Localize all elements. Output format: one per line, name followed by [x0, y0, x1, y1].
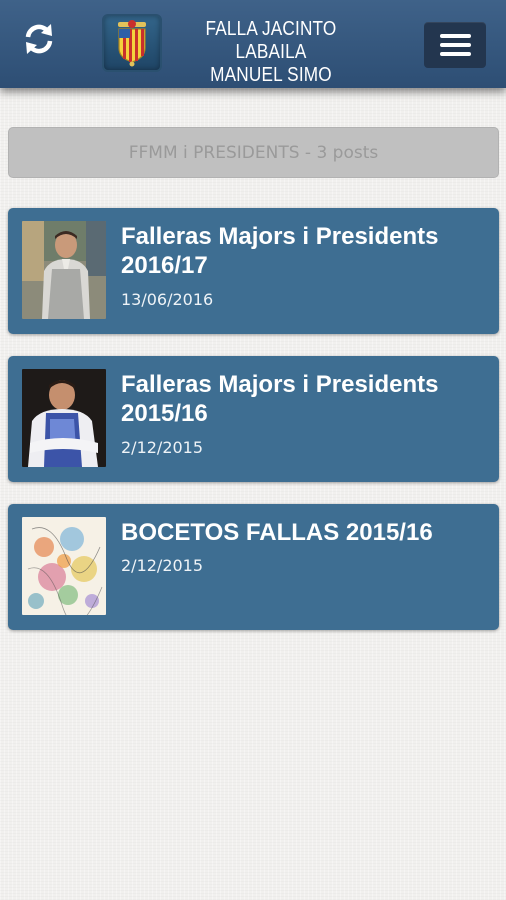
sketch-falla-2015	[22, 517, 106, 615]
post-thumbnail	[22, 369, 106, 467]
hamburger-menu-icon	[439, 34, 471, 38]
app-title: FALLA JACINTO LABAILA MANUEL SIMO	[179, 18, 363, 87]
hamburger-menu-icon-bar	[439, 52, 471, 56]
menu-button[interactable]	[424, 22, 486, 68]
app-title-line2: MANUEL SIMO	[210, 64, 332, 86]
refresh-icon	[25, 24, 53, 54]
app-title-line1: FALLA JACINTO LABAILA	[205, 18, 337, 63]
falla-crest-logo	[118, 20, 146, 67]
photo-president-2015	[22, 369, 106, 467]
post-card[interactable]: BOCETOS FALLAS 2015/16 2/12/2015	[8, 504, 499, 630]
post-date: 2/12/2015	[121, 438, 204, 457]
post-thumbnail	[22, 221, 106, 319]
refresh-button[interactable]	[14, 14, 64, 64]
post-card[interactable]: Falleras Majors i Presidents 2015/16 2/1…	[8, 356, 499, 482]
falla-logo	[102, 14, 162, 72]
post-title: Falleras Majors i Presidents 2015/16	[121, 371, 439, 427]
post-title: BOCETOS FALLAS 2015/16	[121, 519, 433, 546]
post-date: 13/06/2016	[121, 290, 214, 309]
post-title: Falleras Majors i Presidents 2016/17	[121, 223, 439, 279]
post-date: 2/12/2015	[121, 556, 204, 575]
post-thumbnail	[22, 517, 106, 615]
photo-president-2016	[22, 221, 106, 319]
hamburger-menu-icon-bar	[439, 43, 471, 47]
category-header: FFMM i PRESIDENTS - 3 posts	[8, 127, 499, 178]
app-header: FALLA JACINTO LABAILA MANUEL SIMO	[0, 0, 506, 88]
post-card[interactable]: Falleras Majors i Presidents 2016/17 13/…	[8, 208, 499, 334]
